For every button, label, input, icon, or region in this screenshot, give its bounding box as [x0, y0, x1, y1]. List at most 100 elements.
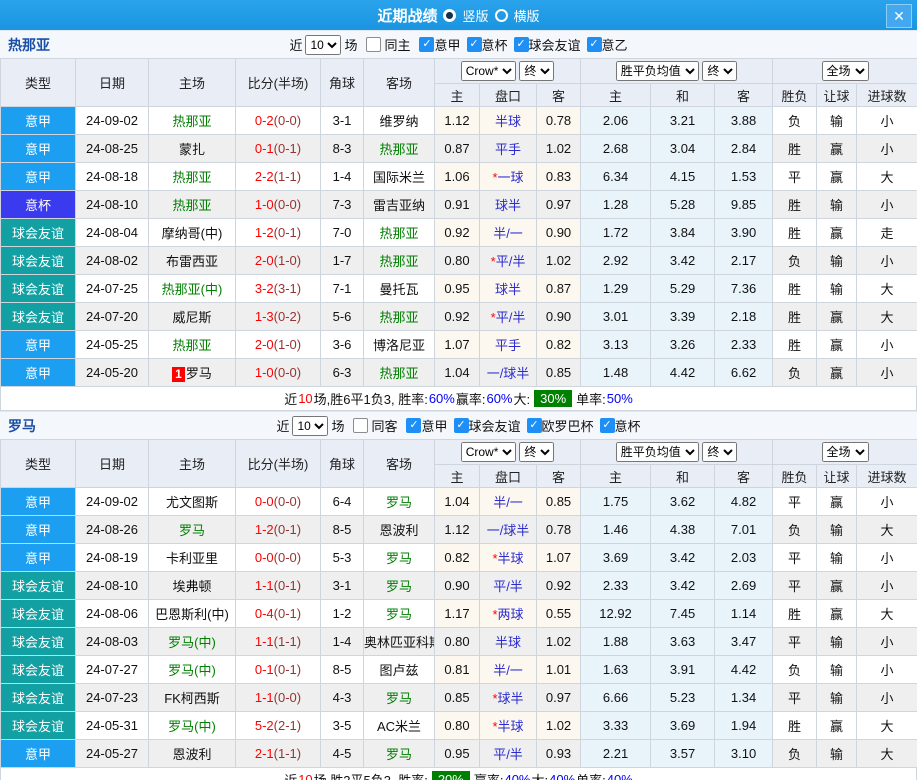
avg-select[interactable]: 胜平负均值	[615, 442, 699, 462]
fullmatch-select[interactable]: 全场	[821, 61, 869, 81]
handicap-cell: 平/半	[479, 571, 537, 600]
table-row: 球会友谊 24-08-02 布雷西亚 2-0(1-0) 1-7 热那亚 0.80 *平/半 1.…	[0, 246, 917, 275]
league-filter-label[interactable]: 球会友谊	[469, 416, 521, 435]
close-icon[interactable]: ✕	[886, 4, 912, 28]
league-filter-label[interactable]: 意甲	[421, 416, 447, 435]
landscape-radio-icon[interactable]	[494, 8, 508, 22]
avg-select-cell: 胜平负均值 终	[580, 58, 774, 84]
avg-home-cell: 1.63	[580, 655, 652, 684]
league-checkbox-checked-icon[interactable]: ✓	[513, 37, 529, 52]
goals-result-cell: 小	[856, 330, 917, 359]
corner-cell: 7-3	[320, 190, 364, 219]
same-venue-checkbox[interactable]	[353, 418, 369, 433]
avg-away-cell: 7.01	[714, 515, 774, 544]
away-team-name: 国际米兰	[372, 170, 425, 185]
section-header: 罗马 近 10 场 同客 ✓ 意甲 ✓ 球会友谊 ✓ 欧罗巴杯 ✓ 意杯	[0, 411, 917, 439]
col-home: 主场	[148, 58, 236, 107]
home-team-cell: 罗马(中)	[148, 711, 236, 740]
portrait-radio-icon[interactable]	[443, 8, 457, 22]
league-checkbox-checked-icon[interactable]: ✓	[419, 37, 435, 52]
handicap-cell: 半球	[479, 106, 537, 135]
halftime-score: (0-1)	[273, 662, 302, 677]
radio-dot	[446, 11, 454, 19]
handicap-value: 球半	[494, 198, 521, 213]
goals-result-cell: 大	[856, 711, 917, 740]
handicap-value: 平/半	[495, 310, 526, 325]
league-filter-label[interactable]: 意乙	[602, 35, 628, 54]
fulltime-score: 0-4	[254, 606, 274, 621]
goals-result-cell: 大	[856, 162, 917, 191]
league-checkbox-checked-icon[interactable]: ✓	[453, 418, 469, 433]
home-team-cell: 热那亚	[148, 190, 236, 219]
away-team-name: 罗马	[385, 607, 412, 622]
league-filter-label[interactable]: 球会友谊	[529, 35, 581, 54]
home-odds-cell: 1.04	[434, 487, 480, 516]
away-team-name: 博洛尼亚	[372, 338, 425, 353]
handicap-cell: *平/半	[479, 302, 537, 331]
away-team-name: 维罗纳	[379, 114, 419, 129]
avg-home-cell: 12.92	[580, 599, 652, 628]
avg-select[interactable]: 胜平负均值	[615, 61, 699, 81]
away-team-name: 热那亚	[379, 226, 419, 241]
score-cell: 1-2(0-1)	[235, 515, 321, 544]
league-checkbox-checked-icon[interactable]: ✓	[406, 418, 422, 433]
away-team-cell: 图卢兹	[363, 655, 435, 684]
home-team-name: 恩波利	[172, 747, 212, 762]
away-team-name: AC米兰	[376, 719, 422, 734]
same-venue-checkbox[interactable]	[366, 37, 382, 52]
league-checkbox-checked-icon[interactable]: ✓	[586, 37, 602, 52]
bookmaker-select[interactable]: Crow*	[460, 442, 516, 462]
handicap-value: 平手	[494, 142, 521, 157]
avg-final-select[interactable]: 终	[702, 442, 738, 462]
goals-result-cell: 小	[856, 655, 917, 684]
league-filter-label[interactable]: 意甲	[434, 35, 460, 54]
table-row: 意甲 24-09-02 热那亚 0-2(0-0) 3-1 维罗纳 1.12 半球 0.78 2.0…	[0, 106, 917, 135]
handicap-result-cell: 输	[816, 274, 858, 303]
recent-count-select[interactable]: 10	[292, 415, 329, 436]
fulltime-score: 1-2	[254, 522, 274, 537]
bookmaker-select[interactable]: Crow*	[460, 61, 516, 81]
col-handicap: 盘口	[479, 464, 537, 488]
bookmaker-final-select[interactable]: 终	[519, 61, 555, 81]
fullmatch-select[interactable]: 全场	[821, 442, 869, 462]
league-checkbox-checked-icon[interactable]: ✓	[599, 418, 615, 433]
league-checkbox-checked-icon[interactable]: ✓	[526, 418, 542, 433]
league-cell: 球会友谊	[0, 627, 76, 656]
same-venue-label[interactable]: 同主	[384, 35, 410, 54]
landscape-radio-label[interactable]: 横版	[514, 6, 540, 25]
away-odds-cell: 0.55	[535, 599, 582, 628]
home-team-cell: 罗马(中)	[148, 655, 236, 684]
winloss-cell: 胜	[772, 599, 818, 628]
halftime-score: (1-1)	[273, 746, 302, 761]
bookmaker-select-cell: Crow* 终	[433, 439, 582, 465]
portrait-radio-label[interactable]: 竖版	[462, 6, 488, 25]
league-filter-label[interactable]: 欧罗巴杯	[542, 416, 594, 435]
summary-segment: 10	[298, 391, 313, 406]
handicap-value: 一/球半	[486, 523, 530, 538]
avg-home-cell: 6.66	[580, 683, 652, 712]
goals-result-cell: 小	[856, 543, 917, 572]
home-team-name: 热那亚(中)	[161, 282, 223, 297]
home-team-cell: 热那亚	[148, 330, 236, 359]
recent-count-select[interactable]: 10	[305, 34, 342, 55]
avg-away-cell: 7.36	[714, 274, 774, 303]
bookmaker-final-select[interactable]: 终	[519, 442, 555, 462]
avg-home-cell: 1.88	[580, 627, 652, 656]
score-cell: 0-0(0-0)	[235, 487, 321, 516]
league-filter-label[interactable]: 意杯	[482, 35, 508, 54]
avg-away-cell: 2.69	[714, 571, 774, 600]
league-filter-label[interactable]: 意杯	[615, 416, 641, 435]
avg-final-select[interactable]: 终	[702, 61, 738, 81]
date-cell: 24-08-10	[75, 190, 149, 219]
col-avg-draw: 和	[650, 83, 716, 107]
avg-away-cell: 2.84	[714, 134, 774, 163]
handicap-cell: *球半	[479, 683, 537, 712]
fullmatch-select-cell: 全场	[772, 58, 917, 84]
league-cell: 意杯	[0, 190, 76, 219]
league-checkbox-checked-icon[interactable]: ✓	[466, 37, 482, 52]
corner-cell: 7-1	[320, 274, 364, 303]
avg-away-cell: 1.34	[714, 683, 774, 712]
same-venue-label[interactable]: 同客	[371, 416, 397, 435]
home-team-name: 罗马	[185, 366, 212, 381]
score-cell: 0-1(0-1)	[235, 655, 321, 684]
